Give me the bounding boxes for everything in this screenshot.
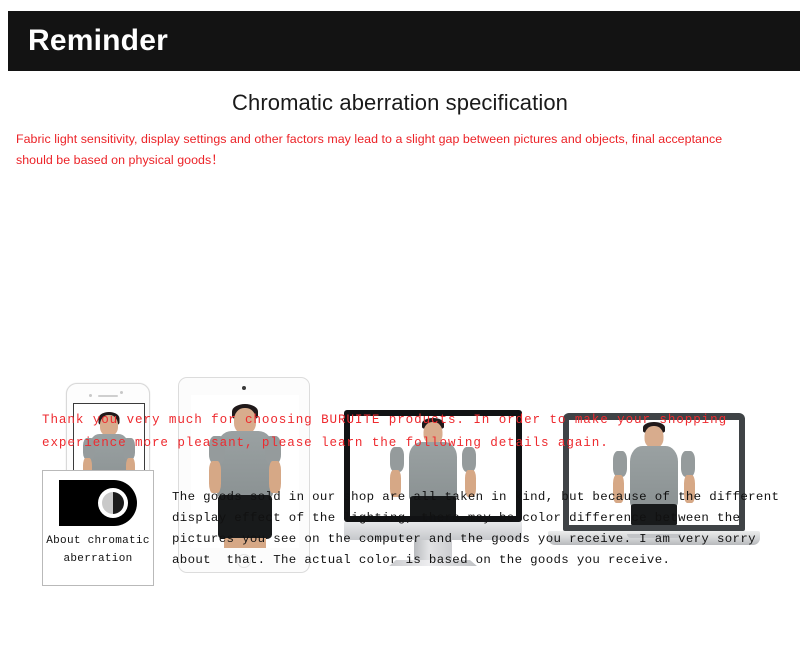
device-illustrations [0, 185, 800, 573]
contrast-icon-halves [102, 492, 124, 514]
color-difference-paragraph: The goods sold in our shop are all taken… [172, 490, 795, 567]
reminder-header-bar: Reminder [8, 11, 800, 71]
phone-sensor-icon [120, 391, 123, 394]
tablet-camera-icon [242, 386, 246, 390]
phone-camera-icon [89, 394, 92, 397]
thank-you-message: Thank you very much for choosing BURUITE… [42, 413, 728, 450]
section-title: Chromatic aberration specification [232, 90, 568, 115]
page-title: Reminder [28, 24, 168, 57]
about-chromatic-aberration-box: About chromatic aberration [42, 470, 154, 586]
contrast-icon [59, 480, 137, 526]
phone-speaker-icon [98, 395, 118, 397]
intro-note: Fabric light sensitivity, display settin… [16, 132, 723, 167]
aberration-caption: About chromatic aberration [46, 535, 150, 565]
